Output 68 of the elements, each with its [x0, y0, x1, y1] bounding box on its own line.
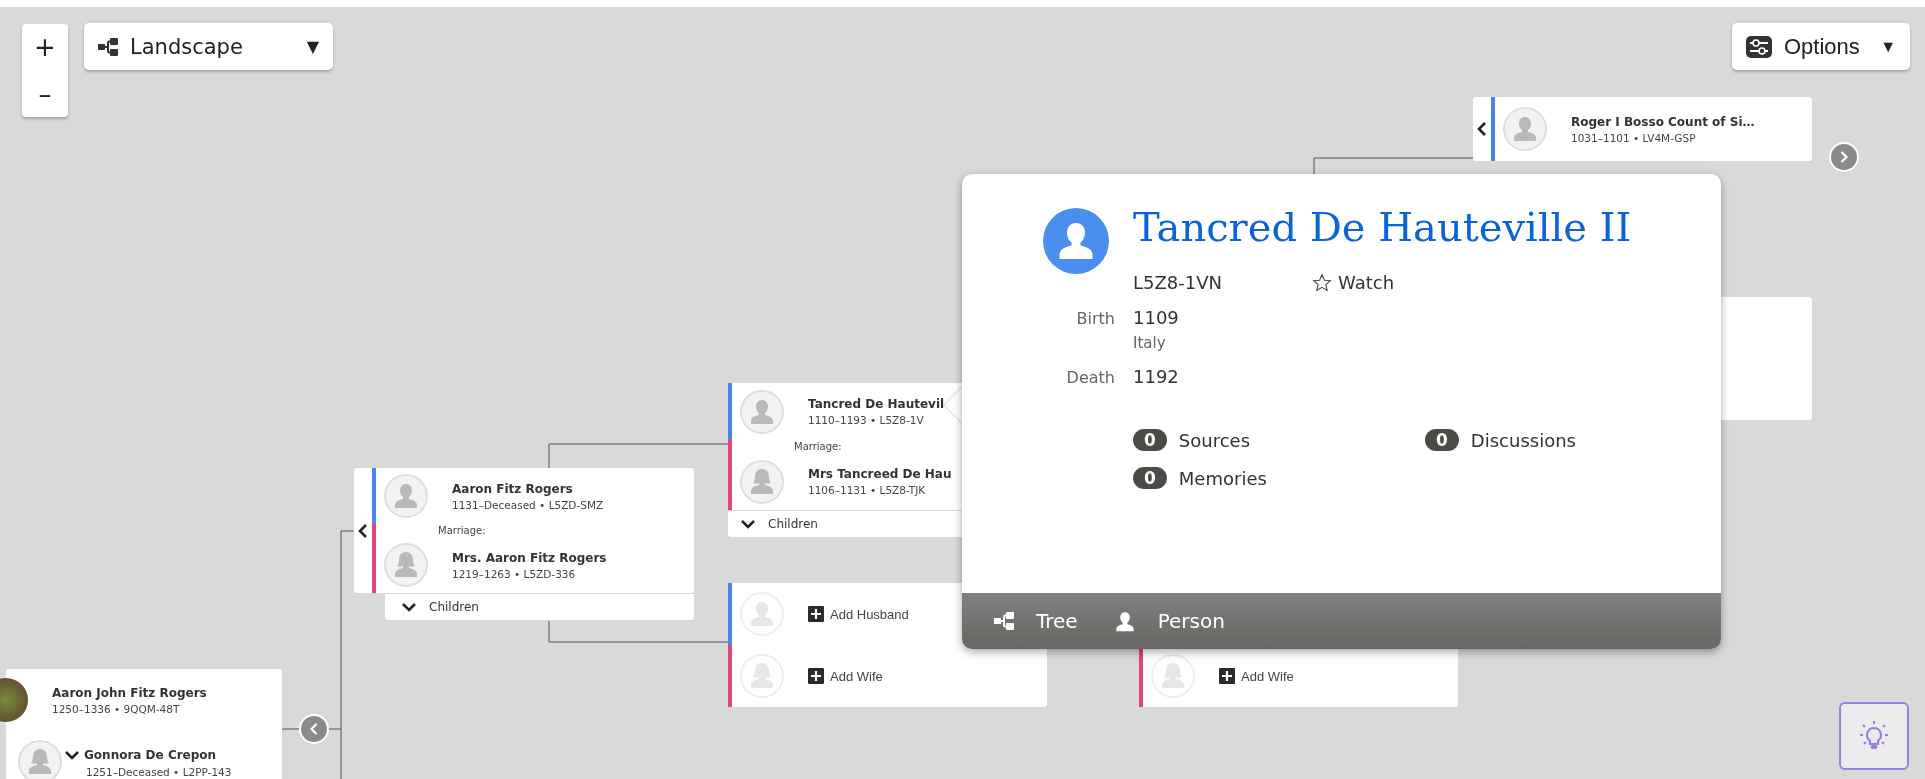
person-name[interactable]: Gonnora De Crepon	[84, 747, 217, 762]
count-badge: 0	[1133, 467, 1167, 489]
person-details: 1251–Deceased • L2PP-143	[86, 765, 232, 778]
avatar-icon	[384, 543, 428, 587]
avatar-icon	[1503, 107, 1547, 151]
tree-icon	[994, 611, 1014, 631]
person-name-link[interactable]: Tancred De Hauteville II	[1133, 204, 1721, 274]
count-badge: 0	[1133, 429, 1167, 451]
person-details: 1106–1131 • L5Z8-TJK	[808, 484, 927, 496]
plus-icon	[1219, 668, 1235, 684]
fact-label: Death	[1065, 368, 1115, 387]
watch-button[interactable]: Watch	[1312, 272, 1395, 293]
fact-value: 1192	[1133, 366, 1180, 387]
chevron-left-icon	[1476, 121, 1488, 137]
plus-icon	[808, 668, 824, 684]
add-husband-button[interactable]: Add Husband	[808, 606, 909, 622]
zoom-in-button[interactable]: +	[22, 24, 68, 71]
next-button[interactable]	[1829, 142, 1859, 172]
lightbulb-icon	[1859, 720, 1889, 752]
avatar-icon	[384, 474, 428, 518]
sliders-icon	[1746, 35, 1772, 58]
person-name[interactable]: Aaron Fitz Rogers	[452, 481, 573, 496]
count-link[interactable]: 0 Sources	[1133, 429, 1425, 451]
count-badge: 0	[1425, 429, 1459, 451]
avatar-icon	[740, 389, 784, 434]
children-toggle[interactable]: Children	[385, 594, 694, 620]
person-name[interactable]: Tancred De Hautevil	[808, 397, 945, 411]
zoom-out-button[interactable]: –	[22, 70, 68, 117]
person-details: 1131–Deceased • L5ZD-SMZ	[452, 498, 604, 511]
count-label: Memories	[1178, 467, 1267, 489]
fact-label: Birth	[1075, 309, 1115, 330]
avatar-icon	[740, 459, 784, 504]
count-link[interactable]: 0 Discussions	[1425, 429, 1721, 451]
person-name[interactable]: Mrs. Aaron Fitz Rogers	[452, 550, 607, 565]
person-name[interactable]: Roger I Bosso Count of Si…	[1571, 114, 1755, 129]
count-link[interactable]: 0 Memories	[1133, 467, 1425, 489]
avatar-icon	[740, 654, 784, 698]
add-wife-button[interactable]: Add Wife	[808, 668, 883, 684]
avatar-icon	[1043, 208, 1109, 274]
add-wife-button[interactable]: Add Wife	[1219, 668, 1294, 684]
chevron-left-icon	[309, 722, 319, 736]
person-page-button[interactable]: Person	[1113, 608, 1225, 634]
plus-icon	[808, 606, 824, 622]
fact-value: 1109	[1133, 307, 1180, 328]
person-name[interactable]: Aaron John Fitz Rogers	[52, 685, 207, 700]
marriage-label: Marriage:	[438, 525, 486, 536]
marriage-label: Marriage:	[794, 441, 842, 452]
star-icon	[1312, 272, 1332, 293]
avatar-icon	[740, 592, 784, 636]
person-details: 1031–1101 • LV4M-GSP	[1571, 131, 1697, 144]
person-name[interactable]: Mrs Tancreed De Hau	[808, 467, 952, 481]
count-label: Sources	[1178, 429, 1251, 451]
options-dropdown[interactable]: Options ▼	[1732, 23, 1910, 70]
tree-icon	[98, 36, 118, 57]
person-id: L5Z8-1VN	[1133, 272, 1222, 293]
person-details: 1219–1263 • L5ZD-336	[452, 567, 577, 580]
avatar-icon	[1151, 654, 1195, 698]
person-details: 1110–1193 • L5Z8-1V	[808, 414, 925, 426]
avatar-icon	[18, 740, 62, 779]
view-dropdown[interactable]: Landscape ▼	[84, 23, 333, 70]
tree-view-button[interactable]: Tree	[994, 609, 1078, 633]
previous-button[interactable]	[299, 714, 329, 744]
tips-button[interactable]	[1839, 702, 1909, 770]
person-details: 1250–1336 • 9QQM-48T	[52, 702, 181, 715]
chevron-right-icon	[1839, 150, 1849, 164]
fact-place: Italy	[1133, 334, 1167, 352]
count-label: Discussions	[1470, 429, 1576, 451]
chevron-left-icon	[357, 522, 369, 539]
